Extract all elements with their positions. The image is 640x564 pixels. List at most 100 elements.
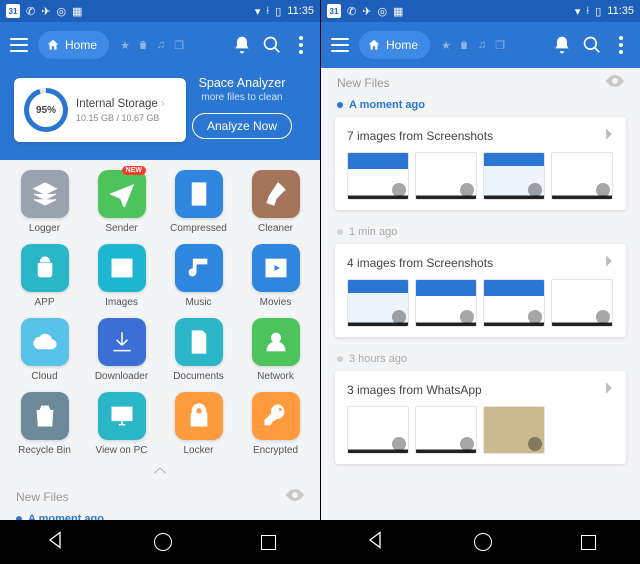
battery-icon: ▯ (275, 5, 281, 18)
zip-icon (175, 170, 223, 218)
grid-label: Network (257, 371, 294, 382)
thumbnail[interactable] (483, 152, 545, 200)
overflow-menu[interactable] (292, 36, 310, 54)
home-button[interactable]: Home (38, 31, 109, 59)
home-button-nav[interactable] (474, 533, 492, 551)
thumbnail[interactable] (347, 406, 409, 454)
trash-crumb-icon (137, 39, 149, 51)
download-icon (98, 318, 146, 366)
thumbnail[interactable] (551, 279, 613, 327)
grid-item-network[interactable]: Network (237, 318, 314, 382)
instagram-icon: ◎ (377, 5, 387, 18)
file-card-2[interactable]: 4 images from Screenshots (335, 244, 626, 337)
breadcrumb[interactable]: ★ ♫ ❐ (119, 39, 185, 51)
app-bar: Home ★ ♫ ❐ (321, 22, 640, 68)
chevron-right-icon (604, 254, 614, 271)
grid-item-locker[interactable]: Locker (160, 392, 237, 456)
grid-item-recycle-bin[interactable]: Recycle Bin (6, 392, 83, 456)
thumbnail[interactable] (415, 406, 477, 454)
storage-ring: 95% (24, 88, 68, 132)
signal-icon: ⟊ (266, 5, 269, 18)
grid-item-images[interactable]: Images (83, 244, 160, 308)
back-button[interactable] (365, 530, 385, 555)
eye-icon[interactable] (606, 74, 624, 91)
bell-icon[interactable] (232, 35, 252, 55)
new-badge: NEW (122, 166, 146, 175)
back-button[interactable] (45, 530, 65, 555)
battery-icon: ▯ (595, 5, 601, 18)
telegram-icon: ✈ (41, 5, 50, 18)
recents-button[interactable] (581, 535, 596, 550)
grid-item-cloud[interactable]: Cloud (6, 318, 83, 382)
gallery-icon: ▦ (393, 5, 403, 18)
grid-label: Logger (29, 223, 60, 234)
grid-item-encrypted[interactable]: Encrypted (237, 392, 314, 456)
grid-label: Images (105, 297, 138, 308)
chevron-right-icon (604, 381, 614, 398)
grid-item-compressed[interactable]: Compressed (160, 170, 237, 234)
android-icon (21, 244, 69, 292)
bell-icon[interactable] (552, 35, 572, 55)
search-icon[interactable] (582, 35, 602, 55)
thumbnail[interactable] (551, 152, 613, 200)
grid-item-logger[interactable]: Logger (6, 170, 83, 234)
android-nav (0, 520, 320, 564)
layers-icon (21, 170, 69, 218)
cloud-icon (21, 318, 69, 366)
timestamp-moment-ago: A moment ago (321, 97, 640, 117)
wifi-icon: ▾ (575, 5, 581, 18)
thumbnail[interactable] (483, 406, 545, 454)
file-card-1[interactable]: 7 images from Screenshots (335, 117, 626, 210)
thumbnail-row (347, 152, 614, 200)
space-analyzer: Space Analyzer more files to clean Analy… (182, 76, 302, 139)
breadcrumb[interactable]: ★ ♫ ❐ (440, 39, 506, 51)
grid-label: Compressed (170, 223, 227, 234)
grid-item-downloader[interactable]: Downloader (83, 318, 160, 382)
hamburger-icon[interactable] (331, 38, 349, 52)
grid-label: Movies (260, 297, 292, 308)
recents-button[interactable] (261, 535, 276, 550)
grid-item-cleaner[interactable]: Cleaner (237, 170, 314, 234)
lock-icon (175, 392, 223, 440)
android-nav (321, 520, 640, 564)
search-icon[interactable] (262, 35, 282, 55)
home-button-nav[interactable] (154, 533, 172, 551)
app-bar: Home ★ ♫ ❐ (0, 22, 320, 68)
grid-item-documents[interactable]: Documents (160, 318, 237, 382)
thumbnail[interactable] (483, 279, 545, 327)
thumbnail-row (347, 279, 614, 327)
clock: 11:35 (607, 5, 634, 17)
eye-icon[interactable] (286, 488, 304, 505)
star-icon: ★ (440, 39, 452, 51)
app-grid: LoggerNEWSenderCompressedCleanerAPPImage… (0, 160, 320, 460)
instagram-icon: ◎ (56, 5, 66, 18)
storage-card[interactable]: 95% Internal Storage› 10.15 GB / 10.67 G… (14, 78, 186, 142)
broom-icon (252, 170, 300, 218)
grid-item-movies[interactable]: Movies (237, 244, 314, 308)
storage-title: Internal Storage› (76, 98, 165, 110)
collapse-button[interactable] (0, 460, 320, 482)
whatsapp-icon: ✆ (26, 5, 35, 18)
thumbnail[interactable] (347, 152, 409, 200)
chevron-right-icon (604, 127, 614, 144)
phone-right: 31 ✆ ✈ ◎ ▦ ▾ ⟊ ▯ 11:35 Home ★ ♫ ❐ Ne (320, 0, 640, 564)
net-icon (252, 318, 300, 366)
grid-item-sender[interactable]: NEWSender (83, 170, 160, 234)
overflow-menu[interactable] (612, 36, 630, 54)
grid-item-music[interactable]: Music (160, 244, 237, 308)
grid-item-view-on-pc[interactable]: View on PC (83, 392, 160, 456)
analyze-button[interactable]: Analyze Now (192, 113, 292, 139)
storage-usage: 10.15 GB / 10.67 GB (76, 113, 165, 123)
grid-label: Sender (105, 223, 137, 234)
new-files-header: New Files (0, 482, 320, 511)
hamburger-icon[interactable] (10, 38, 28, 52)
home-button[interactable]: Home (359, 31, 430, 59)
thumbnail[interactable] (415, 279, 477, 327)
storage-panel: 95% Internal Storage› 10.15 GB / 10.67 G… (0, 68, 320, 160)
plane-icon (98, 170, 146, 218)
thumbnail[interactable] (415, 152, 477, 200)
grid-item-app[interactable]: APP (6, 244, 83, 308)
file-card-3[interactable]: 3 images from WhatsApp (335, 371, 626, 464)
thumbnail[interactable] (347, 279, 409, 327)
new-files-header: New Files (321, 68, 640, 97)
